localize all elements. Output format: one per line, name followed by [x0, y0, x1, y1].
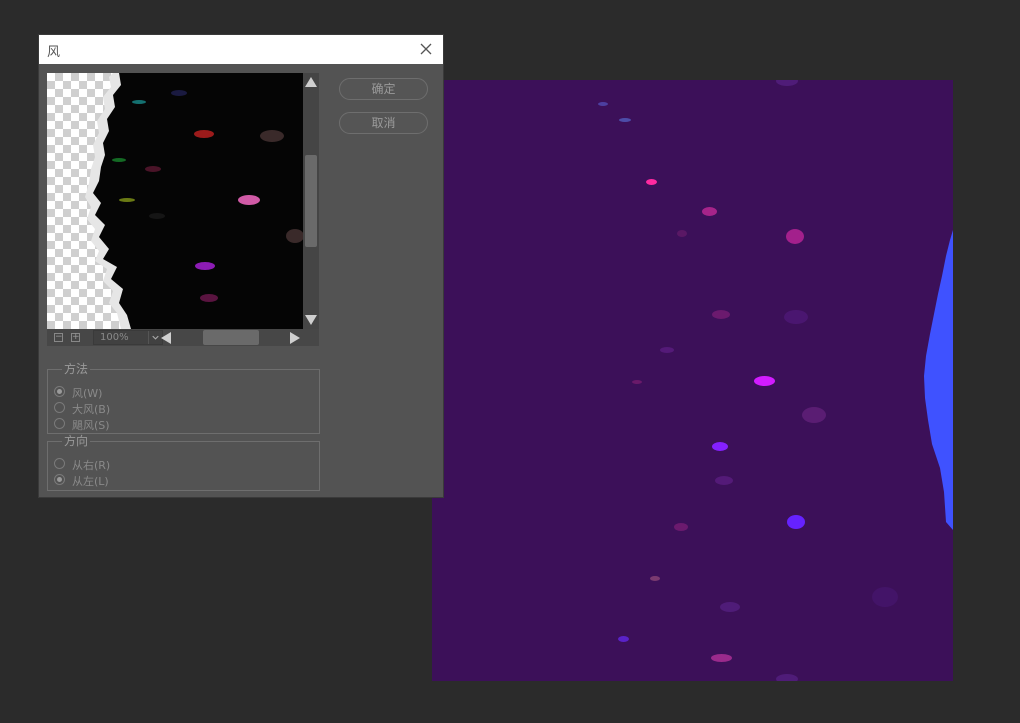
canvas-dot [787, 515, 805, 529]
canvas-dot [674, 523, 688, 531]
vertical-scroll-thumb[interactable] [305, 155, 317, 247]
zoom-out-icon[interactable]: − [54, 333, 63, 342]
scroll-up-icon[interactable] [305, 77, 317, 87]
cancel-button[interactable]: 取消 [339, 112, 428, 134]
scroll-left-icon[interactable] [161, 332, 171, 344]
zoom-select[interactable]: 100% [93, 330, 163, 345]
method-group: 方法 风(W) 大风(B) 飓风(S) [47, 363, 320, 434]
canvas-dot [786, 229, 804, 244]
dialog-title-bar[interactable]: 风 [39, 35, 443, 64]
preview-wind-effect [85, 73, 303, 329]
canvas-dot [872, 587, 898, 607]
canvas-dot [754, 376, 775, 386]
canvas-dot [720, 602, 740, 612]
canvas-dot [660, 347, 674, 353]
canvas-dot [715, 476, 733, 485]
option-label: 大风(B) [72, 403, 111, 416]
scroll-down-icon[interactable] [305, 315, 317, 325]
zoom-value: 100% [100, 332, 129, 343]
wind-streak-shape [924, 230, 953, 530]
radio-button[interactable] [54, 402, 65, 413]
canvas-dot [776, 674, 798, 681]
wind-filter-dialog: 风 − + 100% 确定 取消 方法 风(W) 大风(B) 飓风(S) 方向 … [38, 34, 444, 498]
ok-button[interactable]: 确定 [339, 78, 428, 100]
horizontal-scroll-thumb[interactable] [203, 330, 259, 345]
canvas-dot [632, 380, 642, 384]
canvas-dot [784, 310, 808, 324]
canvas-dot [802, 407, 826, 423]
canvas-dot [598, 102, 608, 106]
dialog-title: 风 [47, 45, 61, 60]
canvas-dot [646, 179, 657, 185]
radio-button[interactable] [54, 458, 65, 469]
canvas-dot [712, 310, 730, 319]
radio-button[interactable] [54, 474, 65, 485]
canvas-dot [711, 654, 732, 662]
option-label: 风(W) [72, 387, 103, 400]
option-label: 从右(R) [72, 459, 111, 472]
filter-preview[interactable] [47, 73, 303, 329]
canvas-dot [712, 442, 728, 451]
chevron-down-icon [148, 331, 159, 344]
canvas-dot [677, 230, 687, 237]
radio-button[interactable] [54, 418, 65, 429]
document-canvas[interactable] [432, 80, 953, 681]
canvas-dot [702, 207, 717, 216]
method-legend: 方法 [64, 362, 89, 376]
canvas-dot [650, 576, 660, 581]
radio-button[interactable] [54, 386, 65, 397]
preview-toolbar: − + 100% [47, 329, 319, 346]
zoom-in-icon[interactable]: + [71, 333, 80, 342]
direction-group: 方向 从右(R) 从左(L) [47, 435, 320, 491]
direction-legend: 方向 [64, 434, 89, 448]
canvas-dot [618, 636, 629, 642]
canvas-dot [776, 80, 798, 86]
option-label: 从左(L) [72, 475, 109, 488]
option-label: 飓风(S) [72, 419, 110, 432]
close-icon[interactable] [417, 40, 435, 58]
canvas-dot [619, 118, 631, 122]
preview-vertical-scrollbar[interactable] [303, 73, 319, 329]
scroll-right-icon[interactable] [290, 332, 300, 344]
